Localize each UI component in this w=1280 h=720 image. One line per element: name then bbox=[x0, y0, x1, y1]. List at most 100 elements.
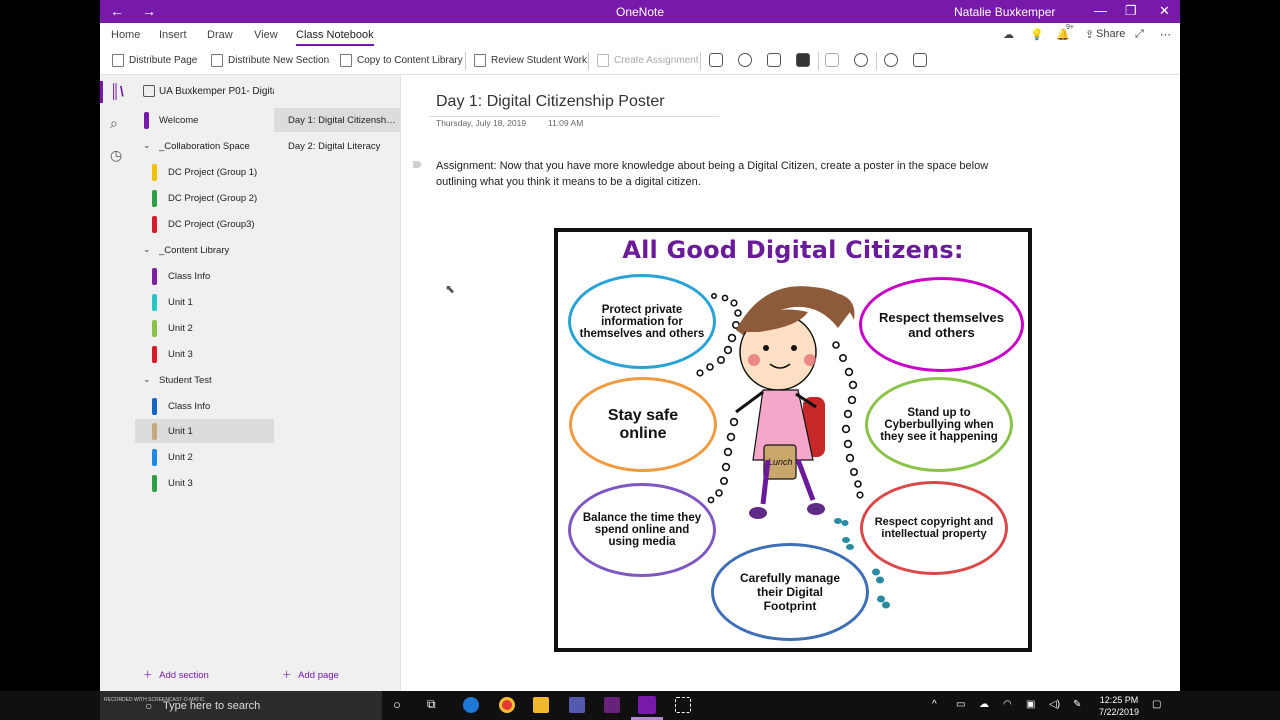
distribute-page-label: Distribute Page bbox=[129, 55, 198, 66]
globe-icon[interactable] bbox=[884, 53, 898, 67]
page-item-selected[interactable]: Day 1: Digital Citizenship Poster bbox=[274, 108, 400, 132]
wifi-icon[interactable]: ◠ bbox=[1003, 699, 1012, 710]
assignment-text[interactable]: Assignment: Now that you have more knowl… bbox=[436, 158, 1006, 190]
section-label: DC Project (Group 2) bbox=[168, 193, 258, 204]
search-icon[interactable]: ⌕ bbox=[110, 115, 118, 132]
teams-icon[interactable] bbox=[569, 697, 585, 713]
toolbar-divider bbox=[465, 52, 466, 70]
close-button[interactable]: ✕ bbox=[1159, 3, 1170, 19]
cortana-icon[interactable]: ○ bbox=[393, 697, 401, 712]
user-name[interactable]: Natalie Buxkemper bbox=[954, 5, 1055, 19]
section-group[interactable]: ⌄ Student Test bbox=[135, 368, 274, 392]
onenote-taskbar-icon[interactable] bbox=[638, 696, 656, 714]
notebook-icon[interactable] bbox=[796, 53, 810, 67]
mouse-cursor-icon: ⬉ bbox=[445, 282, 456, 296]
user-icon[interactable] bbox=[738, 53, 752, 67]
page-label: Day 2: Digital Literacy bbox=[288, 141, 381, 152]
more-icon[interactable]: ⋯ bbox=[1160, 28, 1171, 41]
section-item[interactable]: Welcome bbox=[135, 108, 274, 132]
section-label: DC Project (Group3) bbox=[168, 219, 255, 230]
recent-icon[interactable]: ◷ bbox=[110, 147, 122, 164]
section-item[interactable]: Unit 2 bbox=[135, 316, 274, 340]
pen-icon[interactable]: ✎ bbox=[1073, 699, 1081, 710]
assignment-icon bbox=[597, 54, 609, 67]
section-color-tab bbox=[144, 112, 149, 129]
page-item[interactable]: Day 2: Digital Literacy bbox=[274, 134, 400, 158]
add-page-button[interactable]: ＋ Add page bbox=[282, 667, 339, 681]
section-item[interactable]: Class Info bbox=[135, 264, 274, 288]
lunch-bag-label: Lunch bbox=[768, 457, 793, 467]
section-label: DC Project (Group 1) bbox=[168, 167, 258, 178]
tab-home[interactable]: Home bbox=[111, 29, 140, 41]
tab-draw[interactable]: Draw bbox=[207, 29, 233, 41]
section-label: Unit 3 bbox=[168, 349, 193, 360]
add-section-button[interactable]: ＋ Add section bbox=[143, 667, 209, 681]
section-item[interactable]: Unit 1 bbox=[135, 290, 274, 314]
page-title[interactable]: Day 1: Digital Citizenship Poster bbox=[436, 93, 665, 111]
notifications-icon[interactable]: ▢ bbox=[1152, 699, 1161, 710]
tab-view[interactable]: View bbox=[254, 29, 278, 41]
section-item[interactable]: DC Project (Group3) bbox=[135, 212, 274, 236]
page-date: Thursday, July 18, 2019 bbox=[436, 118, 527, 128]
file-explorer-icon[interactable] bbox=[533, 697, 549, 713]
review-work-button[interactable]: Review Student Work bbox=[474, 54, 587, 67]
section-item-selected[interactable]: Unit 1 bbox=[135, 419, 274, 443]
add-page-label: Add page bbox=[298, 670, 339, 681]
oval-protect-privacy: Protect private information for themselv… bbox=[568, 274, 716, 369]
feedback-icon[interactable] bbox=[913, 53, 927, 67]
display-icon[interactable]: ▣ bbox=[1026, 699, 1035, 710]
graduation-cap-icon[interactable] bbox=[767, 53, 781, 67]
share-icon: ⇪ bbox=[1085, 29, 1095, 41]
section-item[interactable]: Unit 3 bbox=[135, 342, 274, 366]
notification-badge: 9+ bbox=[1066, 24, 1074, 31]
notebook-icon bbox=[143, 85, 155, 97]
edge-icon[interactable] bbox=[463, 697, 479, 713]
notebooks-icon[interactable]: ║\ bbox=[110, 83, 124, 99]
section-label: Welcome bbox=[159, 115, 199, 126]
taskbar-search[interactable]: ○ Type here to search bbox=[100, 691, 382, 720]
lightbulb-icon[interactable]: 💡 bbox=[1030, 28, 1044, 41]
section-item[interactable]: Unit 3 bbox=[135, 471, 274, 495]
fullscreen-icon[interactable]: ⤢ bbox=[1135, 28, 1144, 41]
volume-icon[interactable]: ◁) bbox=[1049, 699, 1060, 710]
system-clock[interactable]: 12:25 PM 7/22/2019 bbox=[1096, 694, 1142, 718]
maximize-button[interactable]: ❐ bbox=[1125, 3, 1137, 19]
create-assignment-button[interactable]: Create Assignment bbox=[597, 54, 699, 67]
onedrive-icon[interactable]: ☁ bbox=[979, 699, 989, 710]
oval-digital-footprint: Carefully manage their Digital Footprint bbox=[711, 543, 869, 641]
visual-studio-icon[interactable] bbox=[604, 697, 620, 713]
chevron-up-icon[interactable]: ^ bbox=[932, 699, 937, 710]
page-canvas[interactable]: Day 1: Digital Citizenship Poster Thursd… bbox=[401, 75, 1180, 691]
chrome-icon[interactable] bbox=[499, 697, 515, 713]
section-group[interactable]: ⌄ _Content Library bbox=[135, 238, 274, 262]
tab-insert[interactable]: Insert bbox=[159, 29, 187, 41]
sync-icon[interactable]: ☁ bbox=[1003, 28, 1014, 41]
paragraph-handle-icon[interactable] bbox=[413, 161, 422, 168]
section-color-tab bbox=[152, 294, 157, 311]
section-item[interactable]: DC Project (Group 1) bbox=[135, 160, 274, 184]
poster-image[interactable]: All Good Digital Citizens: Lunch Protect… bbox=[554, 228, 1032, 652]
pages-list: Day 1: Digital Citizenship Poster Day 2:… bbox=[274, 75, 401, 691]
share-button[interactable]: Share bbox=[1096, 28, 1125, 40]
battery-icon[interactable]: ▭ bbox=[956, 699, 965, 710]
copy-library-button[interactable]: Copy to Content Library bbox=[340, 54, 463, 67]
distribute-page-button[interactable]: Distribute Page bbox=[112, 54, 197, 67]
section-item[interactable]: DC Project (Group 2) bbox=[135, 186, 274, 210]
ribbon-tabs: Home Insert Draw View Class Notebook ☁ 💡… bbox=[100, 23, 1180, 47]
distribute-section-button[interactable]: Distribute New Section bbox=[211, 54, 329, 67]
table-icon[interactable] bbox=[825, 53, 839, 67]
section-group[interactable]: ⌄ _Collaboration Space bbox=[135, 134, 274, 158]
toolbar-divider bbox=[588, 52, 589, 70]
section-item[interactable]: Class Info bbox=[135, 394, 274, 418]
section-color-tab bbox=[152, 320, 157, 337]
page-icon[interactable] bbox=[709, 53, 723, 67]
gear-icon[interactable] bbox=[854, 53, 868, 67]
snip-icon[interactable] bbox=[675, 697, 691, 713]
minimize-button[interactable]: — bbox=[1094, 3, 1107, 18]
taskbar: ○ Type here to search ○ ⧉ ^ ▭ ☁ ◠ ▣ ◁) ✎… bbox=[0, 691, 1280, 720]
section-color-tab bbox=[152, 346, 157, 363]
section-item[interactable]: Unit 2 bbox=[135, 445, 274, 469]
task-view-icon[interactable]: ⧉ bbox=[427, 697, 436, 712]
onenote-window: ← → OneNote Natalie Buxkemper — ❐ ✕ Home… bbox=[100, 0, 1180, 691]
tab-class-notebook[interactable]: Class Notebook bbox=[296, 29, 374, 46]
